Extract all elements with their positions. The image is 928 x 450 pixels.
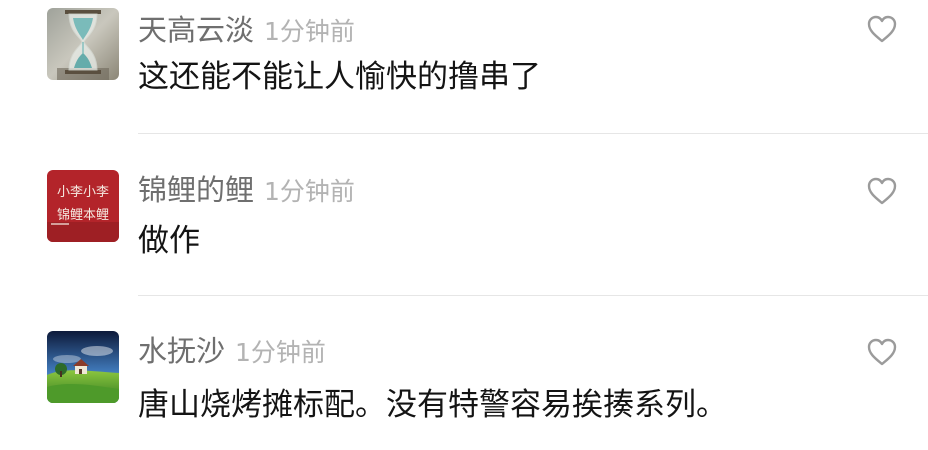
username[interactable]: 天高云淡 <box>138 13 254 47</box>
comment-header: 锦鲤的鲤 1分钟前 <box>138 170 355 210</box>
timestamp: 1分钟前 <box>264 17 355 46</box>
comment-text: 这还能不能让人愉快的撸串了 <box>138 59 541 95</box>
timestamp: 1分钟前 <box>235 338 326 367</box>
heart-outline-icon <box>867 338 897 366</box>
username[interactable]: 锦鲤的鲤 <box>138 173 254 207</box>
username[interactable]: 水抚沙 <box>138 334 225 368</box>
red-calligraphy-avatar[interactable]: 小李小李 锦鲤本鲤 <box>47 170 119 242</box>
landscape-avatar[interactable] <box>47 331 119 403</box>
hourglass-avatar[interactable] <box>47 8 119 80</box>
divider <box>138 133 928 134</box>
comment-header: 天高云淡 1分钟前 <box>138 10 355 50</box>
heart-outline-icon <box>867 15 897 43</box>
divider <box>138 295 928 296</box>
comment-text: 做作 <box>138 223 200 259</box>
like-button[interactable] <box>866 14 898 44</box>
like-button[interactable] <box>866 176 898 206</box>
heart-outline-icon <box>867 177 897 205</box>
avatar-text: 锦鲤本鲤 <box>57 208 109 223</box>
avatar-text: 小李小李 <box>57 185 109 200</box>
timestamp: 1分钟前 <box>264 177 355 206</box>
like-button[interactable] <box>866 337 898 367</box>
comment-header: 水抚沙 1分钟前 <box>138 331 326 371</box>
comment-text: 唐山烧烤摊标配。没有特警容易挨揍系列。 <box>138 387 727 423</box>
